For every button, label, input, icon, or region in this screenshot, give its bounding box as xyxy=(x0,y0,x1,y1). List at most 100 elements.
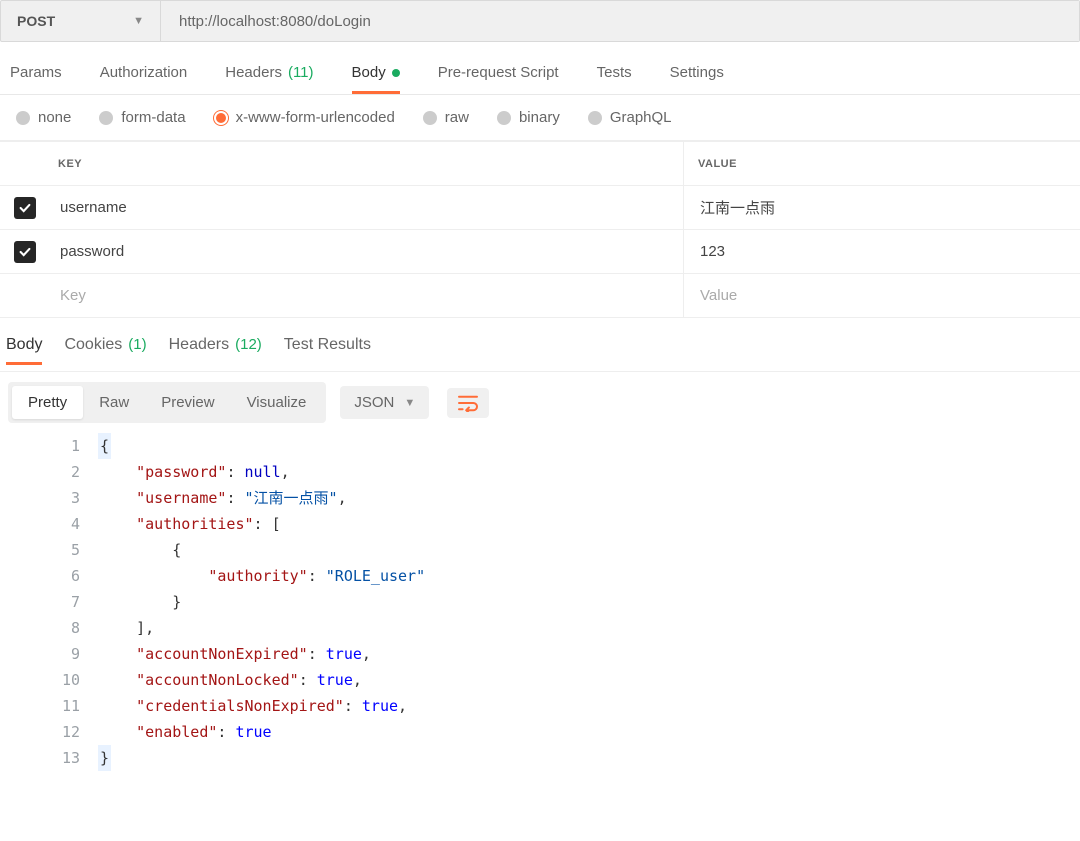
body-type-urlencoded[interactable]: x-www-form-urlencoded xyxy=(214,109,395,126)
tab-label: Test Results xyxy=(284,336,371,354)
tab-settings[interactable]: Settings xyxy=(670,52,724,94)
line-number: 6 xyxy=(0,563,80,589)
new-param-row xyxy=(0,274,1080,318)
body-type-label: GraphQL xyxy=(610,109,672,126)
response-format-select[interactable]: JSON ▼ xyxy=(340,386,429,419)
radio-icon xyxy=(497,111,511,125)
wrap-icon xyxy=(457,394,479,412)
response-tab-rcookies[interactable]: Cookies (1) xyxy=(64,336,146,365)
radio-icon xyxy=(16,111,30,125)
param-enabled-checkbox[interactable] xyxy=(14,241,36,263)
radio-icon xyxy=(214,111,228,125)
body-type-form-data[interactable]: form-data xyxy=(99,109,185,126)
view-preview-button[interactable]: Preview xyxy=(145,386,230,419)
tab-label: Authorization xyxy=(100,64,188,81)
chevron-down-icon: ▼ xyxy=(133,15,144,27)
http-method-select[interactable]: POST ▼ xyxy=(1,1,161,41)
new-param-check-spacer xyxy=(0,274,50,317)
tab-prereq[interactable]: Pre-request Script xyxy=(438,52,559,94)
line-number: 3 xyxy=(0,485,80,511)
param-value-input[interactable] xyxy=(698,242,1080,261)
line-number: 8 xyxy=(0,615,80,641)
response-tab-rheaders[interactable]: Headers (12) xyxy=(169,336,262,365)
params-header-row: KEY VALUE xyxy=(0,142,1080,186)
body-type-raw[interactable]: raw xyxy=(423,109,469,126)
param-key-input[interactable] xyxy=(58,198,683,217)
code-line: "credentialsNonExpired": true, xyxy=(100,693,1080,719)
tab-label: Tests xyxy=(597,64,632,81)
line-number: 12 xyxy=(0,719,80,745)
body-type-graphql[interactable]: GraphQL xyxy=(588,109,672,126)
new-value-input[interactable] xyxy=(698,286,1080,305)
line-number: 1 xyxy=(0,433,80,459)
response-view-group: PrettyRawPreviewVisualize xyxy=(8,382,326,423)
new-key-input[interactable] xyxy=(58,286,683,305)
code-line: { xyxy=(100,433,1080,459)
body-type-options: none form-data x-www-form-urlencoded raw bin… xyxy=(0,95,1080,141)
body-type-label: x-www-form-urlencoded xyxy=(236,109,395,126)
code-line: "enabled": true xyxy=(100,719,1080,745)
body-type-binary[interactable]: binary xyxy=(497,109,560,126)
tab-label: Headers xyxy=(169,336,229,354)
tab-auth[interactable]: Authorization xyxy=(100,52,188,94)
tab-label: Cookies xyxy=(64,336,122,354)
param-key-input[interactable] xyxy=(58,242,683,261)
tab-count: (12) xyxy=(235,336,262,354)
form-params-table: KEY VALUE xyxy=(0,141,1080,318)
view-raw-button[interactable]: Raw xyxy=(83,386,145,419)
code-line: } xyxy=(100,745,1080,771)
tab-label: Settings xyxy=(670,64,724,81)
tab-body[interactable]: Body xyxy=(352,52,400,94)
tab-label: Body xyxy=(6,336,42,354)
line-number: 5 xyxy=(0,537,80,563)
view-pretty-button[interactable]: Pretty xyxy=(12,386,83,419)
code-line: "password": null, xyxy=(100,459,1080,485)
response-code: { "password": null, "username": "江南一点雨",… xyxy=(100,433,1080,771)
check-icon xyxy=(18,245,32,259)
tab-count: (1) xyxy=(128,336,146,354)
code-line: "authorities": [ xyxy=(100,511,1080,537)
tab-label: Pre-request Script xyxy=(438,64,559,81)
param-enabled-checkbox[interactable] xyxy=(14,197,36,219)
code-line: "authority": "ROLE_user" xyxy=(100,563,1080,589)
line-number: 2 xyxy=(0,459,80,485)
code-line: "accountNonLocked": true, xyxy=(100,667,1080,693)
response-tabs: Body Cookies (1) Headers (12) Test Results xyxy=(0,318,1080,372)
radio-icon xyxy=(99,111,113,125)
tab-params[interactable]: Params xyxy=(10,52,62,94)
response-tab-rtest[interactable]: Test Results xyxy=(284,336,371,365)
body-type-label: raw xyxy=(445,109,469,126)
line-number: 11 xyxy=(0,693,80,719)
body-type-label: form-data xyxy=(121,109,185,126)
param-check-cell xyxy=(0,186,50,229)
line-number: 4 xyxy=(0,511,80,537)
response-format-label: JSON xyxy=(354,394,394,411)
http-method-label: POST xyxy=(17,13,55,29)
body-type-label: none xyxy=(38,109,71,126)
chevron-down-icon: ▼ xyxy=(404,397,415,409)
tab-label: Body xyxy=(352,64,386,81)
code-line: "username": "江南一点雨", xyxy=(100,485,1080,511)
line-number: 9 xyxy=(0,641,80,667)
tab-headers[interactable]: Headers(11) xyxy=(225,52,313,94)
tab-count: (11) xyxy=(288,64,314,81)
request-tabs: Params Authorization Headers(11) Body Pre-re… xyxy=(0,52,1080,95)
param-check-cell xyxy=(0,230,50,273)
param-value-input[interactable] xyxy=(698,198,1080,217)
body-type-none[interactable]: none xyxy=(16,109,71,126)
url-input[interactable] xyxy=(161,1,1079,41)
header-check-spacer xyxy=(0,142,50,185)
code-line: ], xyxy=(100,615,1080,641)
code-line: "accountNonExpired": true, xyxy=(100,641,1080,667)
tab-tests[interactable]: Tests xyxy=(597,52,632,94)
response-body-viewer[interactable]: 12345678910111213 { "password": null, "u… xyxy=(0,433,1080,771)
code-line: { xyxy=(100,537,1080,563)
response-toolbar: PrettyRawPreviewVisualize JSON ▼ xyxy=(0,372,1080,433)
modified-dot-icon xyxy=(392,69,400,77)
wrap-lines-button[interactable] xyxy=(447,388,489,418)
check-icon xyxy=(18,201,32,215)
request-url-bar: POST ▼ xyxy=(0,0,1080,42)
tab-label: Params xyxy=(10,64,62,81)
response-tab-rbody[interactable]: Body xyxy=(6,336,42,365)
view-visualize-button[interactable]: Visualize xyxy=(231,386,323,419)
